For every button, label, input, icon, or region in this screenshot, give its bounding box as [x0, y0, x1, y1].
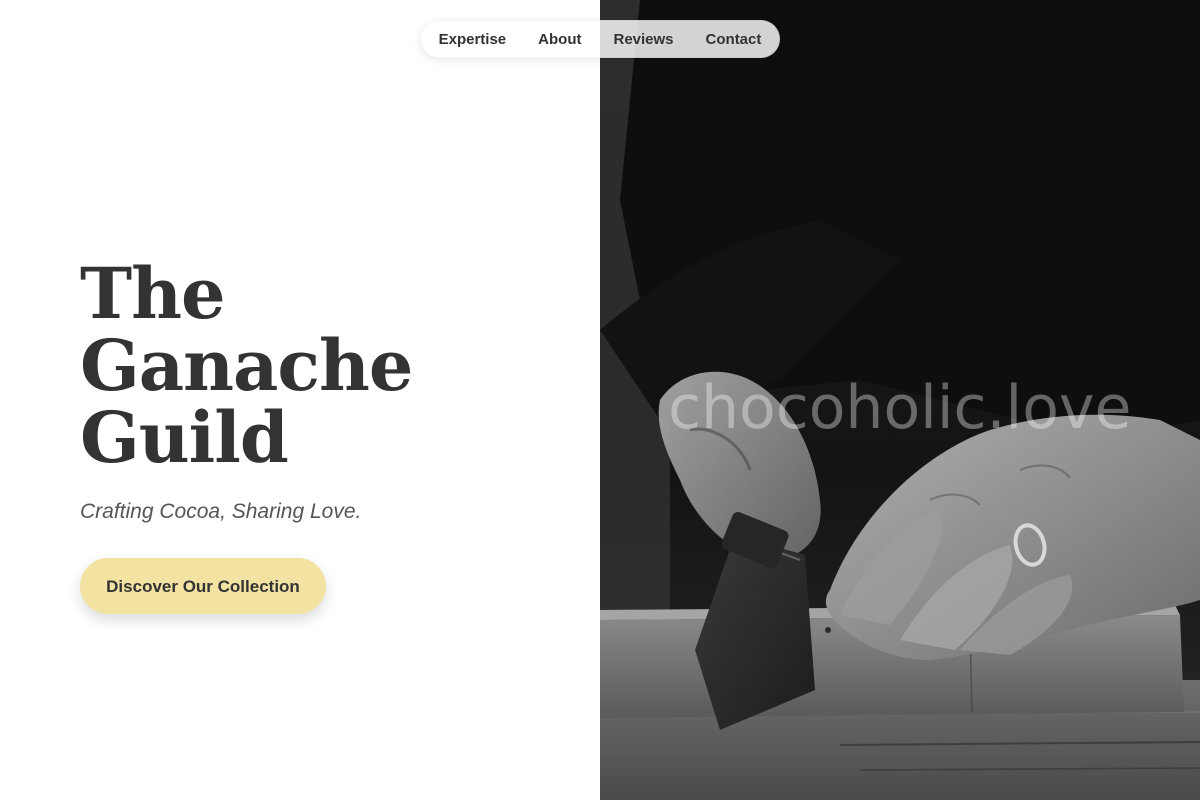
- discover-collection-button[interactable]: Discover Our Collection: [80, 558, 326, 614]
- nav-link-contact[interactable]: Contact: [706, 31, 762, 48]
- watermark-text: chocoholic.love: [668, 373, 1132, 443]
- nav-link-about[interactable]: About: [538, 31, 581, 48]
- hero-title-line-1: The Ganache: [80, 252, 413, 407]
- nav-link-expertise[interactable]: Expertise: [439, 31, 507, 48]
- top-navigation: Expertise About Reviews Contact: [420, 20, 780, 58]
- hero-section: The Ganache Guild Crafting Cocoa, Sharin…: [80, 258, 580, 614]
- page: chocoholic.love Expertise About Reviews …: [0, 0, 1200, 800]
- hero-tagline: Crafting Cocoa, Sharing Love.: [80, 500, 362, 523]
- hero-title-line-2: Guild: [80, 396, 289, 479]
- hero-title: The Ganache Guild: [80, 258, 580, 474]
- nav-link-reviews[interactable]: Reviews: [613, 31, 673, 48]
